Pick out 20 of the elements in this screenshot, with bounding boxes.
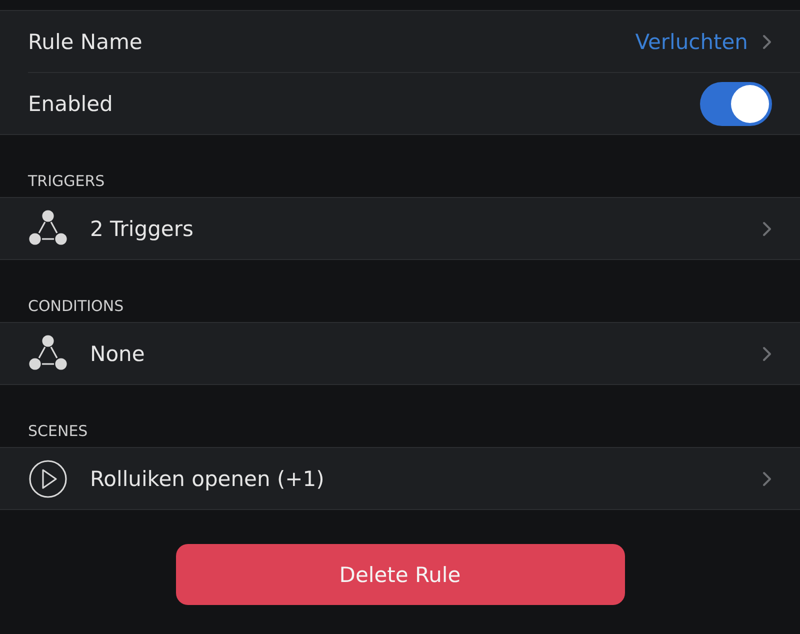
section-header: CONDITIONS: [27, 296, 125, 317]
delete-button[interactable]: Delete Rule: [176, 544, 624, 605]
chevron-icon: [762, 34, 772, 50]
row-label: None: [90, 342, 146, 366]
chevron-icon: [762, 220, 772, 236]
play-icon: [28, 458, 68, 498]
list-row[interactable]: Rolluiken openen (+1): [0, 447, 800, 510]
list-row[interactable]: 2 Triggers: [0, 197, 800, 260]
list-row[interactable]: None: [0, 322, 800, 385]
row-label: Enabled: [28, 92, 114, 116]
row-label: Rolluiken openen (+1): [90, 466, 326, 490]
chevron-icon: [762, 346, 772, 362]
row-label: 2 Triggers: [90, 216, 194, 240]
section-header: SCENES: [27, 421, 89, 442]
toggle-switch[interactable]: [700, 82, 772, 126]
row-label: Rule Name: [28, 30, 144, 54]
chevron-icon: [762, 470, 772, 486]
section-header: TRIGGERS: [27, 171, 106, 192]
row-value: Verluchten: [635, 30, 748, 54]
settings-row[interactable]: Rule Name Verluchten: [0, 11, 800, 72]
